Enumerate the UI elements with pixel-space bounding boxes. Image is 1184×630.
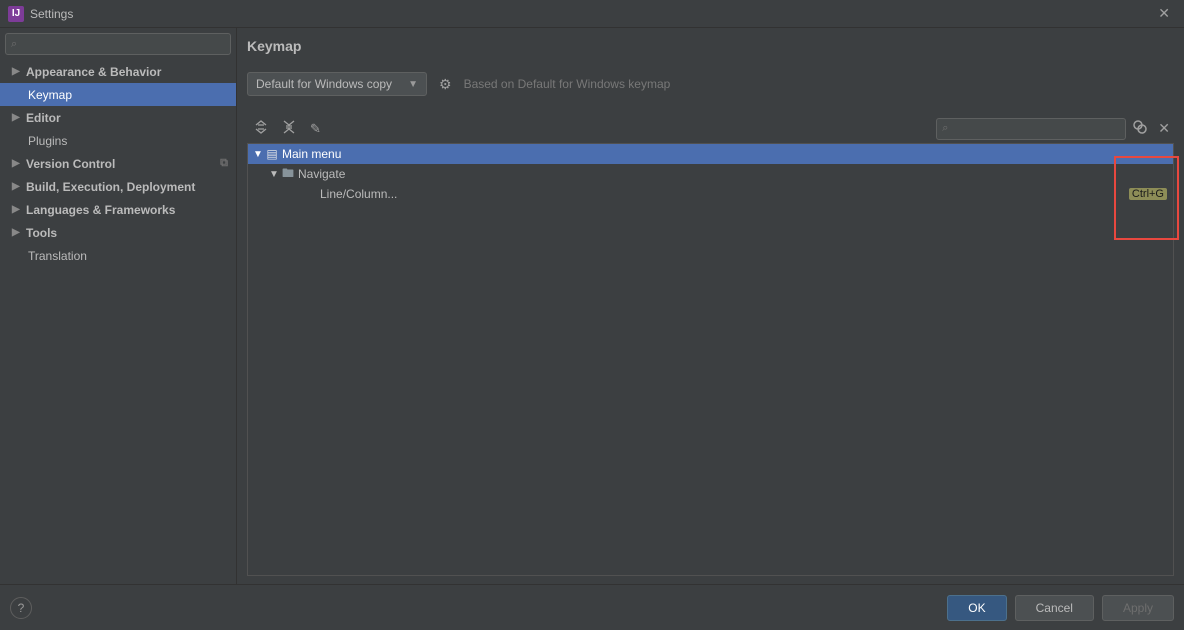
collapse-all-icon[interactable] <box>275 116 303 141</box>
clear-icon[interactable]: ✕ <box>1154 120 1174 137</box>
chevron-right-icon: ▶ <box>12 227 23 238</box>
ok-label: OK <box>968 601 985 615</box>
chevron-right-icon: ▶ <box>12 204 23 215</box>
chevron-right-icon: ▶ <box>12 158 23 169</box>
shortcut-badge: Ctrl+G <box>1129 188 1167 200</box>
search-icon: ⌕ <box>11 38 17 51</box>
cancel-label: Cancel <box>1036 601 1073 615</box>
help-button[interactable]: ? <box>10 597 32 619</box>
main-panel: Keymap Default for Windows copy ▼ ⚙ Base… <box>237 28 1184 584</box>
sidebar-item-label: Languages & Frameworks <box>26 203 175 217</box>
app-icon: IJ <box>8 6 24 22</box>
tree-label: Main menu <box>282 147 341 161</box>
actions-search-input[interactable] <box>952 123 1120 135</box>
find-by-shortcut-icon[interactable] <box>1126 119 1154 138</box>
sidebar-item-label: Plugins <box>28 134 67 148</box>
scheme-label: Default for Windows copy <box>256 77 392 91</box>
chevron-right-icon: ▶ <box>12 112 23 123</box>
sidebar-item-label: Appearance & Behavior <box>26 65 161 79</box>
chevron-down-icon: ▼ <box>408 79 418 90</box>
keymap-toolbar: ✎ ⌕ ✕ <box>247 114 1174 144</box>
copy-icon: ⧉ <box>220 157 228 170</box>
actions-search[interactable]: ⌕ <box>936 118 1126 140</box>
apply-label: Apply <box>1123 601 1153 615</box>
tree-row-navigate[interactable]: ▼ 🖿 Navigate <box>248 164 1173 184</box>
sidebar-item-label: Version Control <box>26 157 115 171</box>
sidebar-search[interactable]: ⌕ <box>5 33 231 55</box>
tree-row-line-column[interactable]: Line/Column... Ctrl+G <box>248 184 1173 204</box>
sidebar-search-input[interactable] <box>21 38 225 50</box>
sidebar-item-label: Keymap <box>28 88 72 102</box>
sidebar-item-translation[interactable]: Translation <box>0 244 236 267</box>
folder-icon: ▤ <box>264 147 280 161</box>
sidebar-item-version-control[interactable]: ▶ Version Control ⧉ <box>0 152 236 175</box>
titlebar: IJ Settings ✕ <box>0 0 1184 28</box>
keymap-tree[interactable]: ▼ ▤ Main menu ▼ 🖿 Navigate Line/Column..… <box>247 144 1174 576</box>
sidebar-item-label: Translation <box>28 249 87 263</box>
apply-button: Apply <box>1102 595 1174 621</box>
folder-icon: 🖿 <box>280 164 296 185</box>
sidebar-item-label: Editor <box>26 111 61 125</box>
tree-label: Navigate <box>298 167 345 181</box>
chevron-right-icon: ▶ <box>12 66 23 77</box>
button-bar: ? OK Cancel Apply <box>0 584 1184 630</box>
sidebar-list: ▶ Appearance & Behavior Keymap ▶ Editor … <box>0 60 236 584</box>
sidebar-item-keymap[interactable]: Keymap <box>0 83 236 106</box>
sidebar-item-plugins[interactable]: Plugins <box>0 129 236 152</box>
chevron-right-icon: ▶ <box>12 181 23 192</box>
sidebar-item-label: Tools <box>26 226 57 240</box>
edit-icon[interactable]: ✎ <box>303 117 328 141</box>
window-title: Settings <box>30 7 73 21</box>
page-title: Keymap <box>247 38 1174 54</box>
sidebar-item-languages[interactable]: ▶ Languages & Frameworks <box>0 198 236 221</box>
sidebar-item-editor[interactable]: ▶ Editor <box>0 106 236 129</box>
chevron-down-icon: ▼ <box>252 149 264 160</box>
gear-icon[interactable]: ⚙ <box>437 74 454 95</box>
chevron-down-icon: ▼ <box>268 169 280 180</box>
close-icon[interactable]: ✕ <box>1152 3 1176 24</box>
sidebar-item-appearance[interactable]: ▶ Appearance & Behavior <box>0 60 236 83</box>
scheme-selector[interactable]: Default for Windows copy ▼ <box>247 72 427 96</box>
settings-sidebar: ⌕ ▶ Appearance & Behavior Keymap ▶ Edito… <box>0 28 237 584</box>
expand-all-icon[interactable] <box>247 116 275 141</box>
sidebar-item-label: Build, Execution, Deployment <box>26 180 195 194</box>
ok-button[interactable]: OK <box>947 595 1006 621</box>
sidebar-item-tools[interactable]: ▶ Tools <box>0 221 236 244</box>
keymap-controls: Default for Windows copy ▼ ⚙ Based on De… <box>247 72 1174 96</box>
sidebar-item-build[interactable]: ▶ Build, Execution, Deployment <box>0 175 236 198</box>
tree-row-main-menu[interactable]: ▼ ▤ Main menu <box>248 144 1173 164</box>
search-icon: ⌕ <box>942 122 948 135</box>
cancel-button[interactable]: Cancel <box>1015 595 1094 621</box>
tree-label: Line/Column... <box>320 187 397 201</box>
based-on-text: Based on Default for Windows keymap <box>464 77 671 91</box>
